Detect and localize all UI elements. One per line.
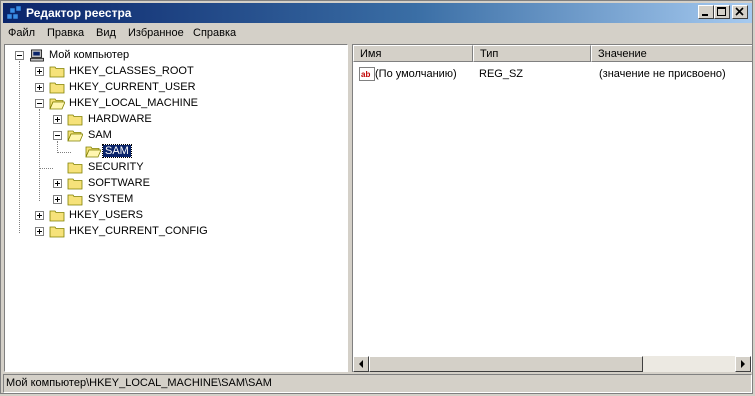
close-button[interactable] bbox=[732, 5, 748, 19]
scroll-thumb[interactable] bbox=[369, 356, 643, 372]
menu-help[interactable]: Справка bbox=[193, 27, 236, 39]
folder-icon bbox=[67, 114, 83, 126]
tree-label: HKEY_USERS bbox=[69, 209, 143, 221]
folder-icon bbox=[67, 194, 83, 206]
scroll-right-button[interactable] bbox=[735, 356, 751, 372]
close-icon bbox=[735, 7, 744, 16]
tree-label: HKEY_CURRENT_CONFIG bbox=[69, 225, 208, 237]
tree-item-hkey-current-config[interactable]: HKEY_CURRENT_CONFIG bbox=[5, 224, 345, 240]
value-name: (По умолчанию) bbox=[375, 68, 457, 80]
tree-label-selected: SAM bbox=[102, 144, 132, 158]
tree-label: HKEY_LOCAL_MACHINE bbox=[69, 97, 198, 109]
tree-label: HARDWARE bbox=[88, 113, 152, 125]
menu-edit[interactable]: Правка bbox=[47, 27, 84, 39]
scroll-left-button[interactable] bbox=[353, 356, 369, 372]
folder-icon bbox=[67, 178, 83, 190]
tree-item-hkey-current-user[interactable]: HKEY_CURRENT_USER bbox=[5, 80, 345, 96]
folder-icon bbox=[49, 82, 65, 94]
tree-label: SECURITY bbox=[88, 161, 144, 173]
column-header-name[interactable]: Имя bbox=[353, 45, 473, 62]
expand-icon[interactable] bbox=[35, 211, 44, 220]
column-header-value[interactable]: Значение bbox=[591, 45, 752, 62]
menu-favorites[interactable]: Избранное bbox=[128, 27, 184, 39]
tree-item-my-computer[interactable]: Мой компьютер bbox=[5, 48, 345, 64]
menu-file[interactable]: Файл bbox=[8, 27, 35, 39]
maximize-icon bbox=[717, 7, 726, 16]
horizontal-scrollbar[interactable] bbox=[353, 356, 751, 372]
expand-icon[interactable] bbox=[53, 115, 62, 124]
main-content: Мой компьютер HKEY_CLASSES_ROOT HKEY_CUR… bbox=[3, 43, 752, 373]
minimize-icon bbox=[702, 14, 708, 16]
tree-label: HKEY_CURRENT_USER bbox=[69, 81, 196, 93]
folder-icon bbox=[49, 226, 65, 238]
tree-item-sam[interactable]: SAM bbox=[5, 128, 345, 144]
collapse-icon[interactable] bbox=[15, 51, 24, 60]
column-header-label: Имя bbox=[360, 48, 382, 60]
window-controls bbox=[698, 5, 750, 19]
value-row[interactable]: ab (По умолчанию) REG_SZ (значение не пр… bbox=[353, 66, 751, 82]
folder-icon bbox=[67, 162, 83, 174]
tree-item-software[interactable]: SOFTWARE bbox=[5, 176, 345, 192]
folder-icon bbox=[49, 66, 65, 78]
tree-item-hardware[interactable]: HARDWARE bbox=[5, 112, 345, 128]
tree-item-system[interactable]: SYSTEM bbox=[5, 192, 345, 208]
registry-editor-icon bbox=[6, 5, 22, 20]
column-header-label: Значение bbox=[598, 48, 647, 60]
tree-label: SOFTWARE bbox=[88, 177, 150, 189]
minimize-button[interactable] bbox=[698, 5, 714, 19]
title-bar[interactable]: Редактор реестра bbox=[3, 3, 752, 23]
menu-view[interactable]: Вид bbox=[96, 27, 116, 39]
maximize-button[interactable] bbox=[714, 5, 730, 19]
open-folder-icon bbox=[49, 98, 65, 110]
value-type: REG_SZ bbox=[479, 68, 524, 80]
open-folder-icon bbox=[67, 130, 83, 142]
status-path: Мой компьютер\HKEY_LOCAL_MACHINE\SAM\SAM bbox=[6, 377, 272, 389]
collapse-icon[interactable] bbox=[53, 131, 62, 140]
expand-icon[interactable] bbox=[53, 179, 62, 188]
registry-editor-window: Редактор реестра Файл Правка Вид Избранн… bbox=[0, 0, 753, 394]
tree-item-security[interactable]: SECURITY bbox=[5, 160, 345, 176]
tree-item-hkey-users[interactable]: HKEY_USERS bbox=[5, 208, 345, 224]
column-header-label: Тип bbox=[480, 48, 499, 60]
svg-text:ab: ab bbox=[361, 70, 370, 79]
left-arrow-icon bbox=[359, 360, 363, 368]
value-data: (значение не присвоено) bbox=[599, 68, 726, 80]
tree-label: HKEY_CLASSES_ROOT bbox=[69, 65, 194, 77]
status-bar: Мой компьютер\HKEY_LOCAL_MACHINE\SAM\SAM bbox=[3, 374, 752, 393]
folder-icon bbox=[49, 210, 65, 222]
computer-icon bbox=[30, 49, 44, 62]
tree-item-hkey-local-machine[interactable]: HKEY_LOCAL_MACHINE bbox=[5, 96, 345, 112]
window-title: Редактор реестра bbox=[26, 6, 132, 20]
tree-item-sam-sam[interactable]: SAM bbox=[5, 144, 345, 160]
tree-label: Мой компьютер bbox=[49, 49, 130, 61]
collapse-icon[interactable] bbox=[35, 99, 44, 108]
menu-bar: Файл Правка Вид Избранное Справка bbox=[3, 24, 752, 43]
tree-item-hkey-classes-root[interactable]: HKEY_CLASSES_ROOT bbox=[5, 64, 345, 80]
string-value-icon: ab bbox=[359, 67, 375, 81]
tree-label: SAM bbox=[88, 129, 112, 141]
right-arrow-icon bbox=[741, 360, 745, 368]
expand-icon[interactable] bbox=[53, 195, 62, 204]
expand-icon[interactable] bbox=[35, 67, 44, 76]
open-folder-icon bbox=[85, 146, 101, 158]
expand-icon[interactable] bbox=[35, 83, 44, 92]
expand-icon[interactable] bbox=[35, 227, 44, 236]
registry-tree[interactable]: Мой компьютер HKEY_CLASSES_ROOT HKEY_CUR… bbox=[4, 44, 348, 372]
values-list[interactable]: Имя Тип Значение ab (По умолчанию) REG_S… bbox=[352, 44, 752, 372]
tree-label: SYSTEM bbox=[88, 193, 134, 205]
column-header-type[interactable]: Тип bbox=[473, 45, 591, 62]
